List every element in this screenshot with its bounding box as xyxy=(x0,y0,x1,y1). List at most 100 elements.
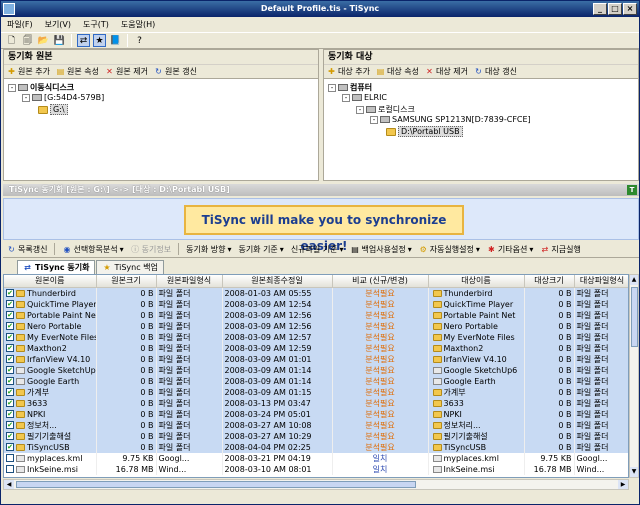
target-tree-local-disk[interactable]: - 로컬디스크 xyxy=(356,104,415,115)
row-checkbox[interactable]: ✔ xyxy=(6,432,14,440)
table-row[interactable]: ✔ Maxthon2 0 B 파일 폴더 2008-03-09 AM 12:59 분석필요… xyxy=(4,342,628,354)
menu-tools[interactable]: 도구(T) xyxy=(83,17,109,32)
row-checkbox[interactable]: ✔ xyxy=(6,388,14,396)
auto-run-settings-button[interactable]: ⚙ 자동실행설정 ▾ xyxy=(419,244,480,255)
save-icon[interactable]: 💾 xyxy=(53,34,66,47)
tab-backup[interactable]: ★ TiSync 백업 xyxy=(96,260,164,274)
row-checkbox[interactable]: ✔ xyxy=(6,443,14,451)
sync-info-button[interactable]: ⓘ 동기정보 xyxy=(131,244,171,255)
backup-view-icon[interactable]: ★ xyxy=(93,34,106,47)
row-checkbox[interactable]: ✔ xyxy=(6,366,14,374)
row-checkbox[interactable]: ✔ xyxy=(6,377,14,385)
target-properties-button[interactable]: ▤ 대상 속성 xyxy=(376,66,419,77)
row-checkbox[interactable]: ✔ xyxy=(6,410,14,418)
help-icon[interactable]: ? xyxy=(133,34,146,47)
row-checkbox[interactable]: ✔ xyxy=(6,344,14,352)
collapse-icon[interactable]: - xyxy=(22,93,30,102)
table-row[interactable]: myplaces.kml 9.75 KB Googl... 2008-03-21 PM… xyxy=(4,452,628,464)
table-row[interactable]: ✔ IrfanView V4.10 0 B 파일 폴더 2008-03-09 AM 01… xyxy=(4,353,628,365)
run-now-button[interactable]: ⇄ 지금실행 xyxy=(540,244,581,255)
row-checkbox[interactable]: ✔ xyxy=(6,333,14,341)
row-checkbox[interactable]: ✔ xyxy=(6,421,14,429)
sync-view-icon[interactable]: ⇄ xyxy=(77,34,90,47)
new-file-icon[interactable]: 🗋 xyxy=(5,34,18,47)
col-target-name[interactable]: 대상이름 xyxy=(428,275,525,288)
table-row[interactable]: ✔ Thunderbird 0 B 파일 폴더 2008-01-03 AM 05:55 분… xyxy=(4,287,628,299)
analyze-selection-button[interactable]: ◉ 선택항목분석 ▾ xyxy=(62,244,123,255)
collapse-icon[interactable]: - xyxy=(342,93,350,102)
source-tree-drive[interactable]: - [G:54D4-579B] xyxy=(22,93,104,102)
backup-settings-button[interactable]: ▤ 백업사용설정 ▾ xyxy=(351,244,411,255)
source-properties-button[interactable]: ▤ 원본 속성 xyxy=(56,66,99,77)
refresh-target-button[interactable]: ↻ 대상 갱신 xyxy=(474,66,517,77)
menu-help[interactable]: 도움말(H) xyxy=(121,17,155,32)
refresh-list-button[interactable]: ↻ 목록갱신 xyxy=(7,244,47,255)
other-options-button[interactable]: ✱ 기타옵션 ▾ xyxy=(487,244,533,255)
scroll-left-icon[interactable]: ◀ xyxy=(4,480,14,489)
open-folder-icon[interactable]: 📂 xyxy=(37,34,50,47)
minimize-button[interactable]: _ xyxy=(593,3,607,15)
table-row[interactable]: ✔ 정보처... 0 B 파일 폴더 2008-03-27 AM 10:08 분석필요 정보… xyxy=(4,419,628,431)
tab-sync[interactable]: ⇄ TiSync 동기화 xyxy=(17,260,96,274)
row-checkbox[interactable] xyxy=(6,454,14,462)
col-compare[interactable]: 비교 (신규/변경) xyxy=(332,275,429,288)
col-target-size[interactable]: 대상크기 xyxy=(524,275,575,288)
target-tree-root[interactable]: - 컴퓨터 xyxy=(328,82,372,93)
table-row[interactable]: ✔ Google Earth 0 B 파일 폴더 2008-03-09 AM 01:14… xyxy=(4,375,628,387)
col-source-type[interactable]: 원본파일형식 xyxy=(156,275,223,288)
table-row[interactable]: ✔ Nero Portable 0 B 파일 폴더 2008-03-09 AM 12:5… xyxy=(4,320,628,332)
table-row[interactable]: ✔ Portable Paint Net 0 B 파일 폴더 2008-03-09 AM… xyxy=(4,309,628,321)
remove-source-button[interactable]: ✕ 원본 제거 xyxy=(105,66,148,77)
row-checkbox[interactable]: ✔ xyxy=(6,311,14,319)
collapse-icon[interactable]: - xyxy=(8,83,16,92)
new-file-criteria-dropdown[interactable]: 신규파일 기준 ▾ xyxy=(291,244,344,255)
vertical-scroll-thumb[interactable] xyxy=(631,287,638,347)
col-source-size[interactable]: 원본크기 xyxy=(96,275,157,288)
col-source-name[interactable]: 원본이름 xyxy=(4,275,97,288)
row-checkbox[interactable]: ✔ xyxy=(6,289,14,297)
table-row[interactable]: ✔ 필기기출해설 0 B 파일 폴더 2008-03-27 AM 10:29 분석필요 필기… xyxy=(4,430,628,442)
col-target-type[interactable]: 대상파일형식 xyxy=(574,275,628,288)
table-row[interactable]: ✔ 가계부 0 B 파일 폴더 2008-03-09 AM 01:15 분석필요 가계부 0 … xyxy=(4,386,628,398)
add-source-button[interactable]: ✚ 원본 추가 xyxy=(7,66,50,77)
table-row[interactable]: ✔ 3633 0 B 파일 폴더 2008-03-13 PM 03:47 분석필요 3633… xyxy=(4,397,628,409)
horizontal-scroll-thumb[interactable] xyxy=(16,481,416,488)
refresh-source-button[interactable]: ↻ 원본 갱신 xyxy=(154,66,197,77)
scroll-up-icon[interactable]: ▲ xyxy=(630,275,638,285)
status-toggle-icon[interactable]: T xyxy=(627,185,637,195)
collapse-icon[interactable]: - xyxy=(370,115,378,124)
sync-criteria-dropdown[interactable]: 동기화 기준 ▾ xyxy=(238,244,283,255)
source-tree-folder[interactable]: G:\ xyxy=(38,104,68,115)
sync-direction-dropdown[interactable]: 동기화 방향 ▾ xyxy=(186,244,231,255)
scroll-down-icon[interactable]: ▼ xyxy=(630,467,638,477)
collapse-icon[interactable]: - xyxy=(356,105,364,114)
table-row[interactable]: ✔ My EverNote Files 0 B 파일 폴더 2008-03-09 AM … xyxy=(4,331,628,343)
collapse-icon[interactable]: - xyxy=(328,83,336,92)
target-tree-drive[interactable]: - SAMSUNG SP1213N[D:7839-CFCE] xyxy=(370,115,531,124)
table-row[interactable]: ✔ TiSyncUSB 0 B 파일 폴더 2008-04-04 PM 02:25 분석필… xyxy=(4,441,628,453)
maximize-button[interactable]: □ xyxy=(608,3,622,15)
row-checkbox[interactable]: ✔ xyxy=(6,355,14,363)
source-tree-root[interactable]: - 이동식디스크 xyxy=(8,82,74,93)
target-tree-folder[interactable]: D:\Portabl USB xyxy=(386,126,463,137)
target-tree-host[interactable]: - ELRIC xyxy=(342,93,387,102)
scroll-right-icon[interactable]: ▶ xyxy=(618,480,628,489)
horizontal-scrollbar[interactable]: ◀ ▶ xyxy=(3,479,629,490)
menu-file[interactable]: 파일(F) xyxy=(7,17,33,32)
table-row[interactable]: ✔ NPKI 0 B 파일 폴더 2008-03-24 PM 05:01 분석필요 NPKI… xyxy=(4,408,628,420)
new-profile-icon[interactable]: 🗐 xyxy=(21,34,34,47)
menu-view[interactable]: 보기(V) xyxy=(45,17,71,32)
add-target-button[interactable]: ✚ 대상 추가 xyxy=(327,66,370,77)
table-row[interactable]: ✔ Google SketchUp6 0 B 파일 폴더 2008-03-09 AM 0… xyxy=(4,364,628,376)
close-button[interactable]: × xyxy=(623,3,637,15)
table-row[interactable]: InkSeine.msi 16.78 MB Wind... 2008-03-10 AM… xyxy=(4,463,628,475)
vertical-scrollbar[interactable]: ▲ ▼ xyxy=(629,274,639,478)
row-checkbox[interactable]: ✔ xyxy=(6,322,14,330)
row-checkbox[interactable] xyxy=(6,465,14,473)
row-checkbox[interactable]: ✔ xyxy=(6,300,14,308)
remove-target-button[interactable]: ✕ 대상 제거 xyxy=(425,66,468,77)
row-checkbox[interactable]: ✔ xyxy=(6,399,14,407)
col-source-modified[interactable]: 원본최종수정일 xyxy=(222,275,333,288)
table-row[interactable]: ✔ QuickTime Player 0 B 파일 폴더 2008-03-09 AM 1… xyxy=(4,298,628,310)
promo-banner[interactable]: TiSync will make you to synchronize easi… xyxy=(184,205,464,253)
